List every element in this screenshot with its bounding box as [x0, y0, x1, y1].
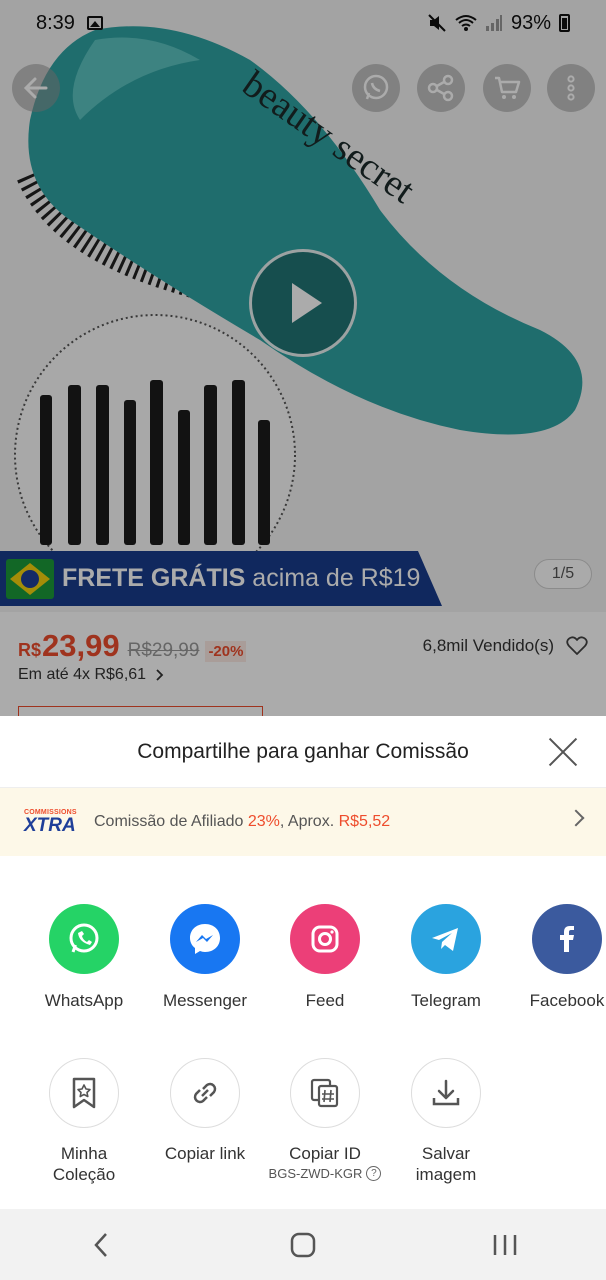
nav-back-button[interactable]	[71, 1220, 131, 1270]
tool-salvar-imagem[interactable]: Salvar imagem	[386, 1058, 506, 1185]
tool-copiar-link[interactable]: Copiar link	[145, 1058, 265, 1164]
instagram-icon	[290, 904, 360, 974]
commission-middle: , Aprox.	[279, 813, 339, 830]
share-apps-row: WhatsApp Messenger Feed Telegram Faceboo…	[0, 904, 606, 1014]
app-label: Feed	[305, 991, 345, 1010]
messenger-icon	[170, 904, 240, 974]
system-nav-bar	[0, 1209, 606, 1280]
xtra-big-text: XTRA	[24, 815, 76, 836]
tool-label: Copiar link	[164, 1144, 246, 1163]
help-icon[interactable]: ?	[366, 1166, 382, 1181]
share-sheet: Compartilhe para ganhar Comissão COMMISS…	[0, 716, 606, 1209]
commission-label: Comissão de Afiliado	[94, 813, 248, 830]
commission-banner[interactable]: COMMISSIONS XTRA Comissão de Afiliado 23…	[0, 788, 606, 856]
facebook-icon	[532, 904, 602, 974]
close-button[interactable]	[548, 737, 578, 767]
app-label: Telegram	[411, 991, 481, 1010]
link-icon	[170, 1058, 240, 1128]
share-messenger[interactable]: Messenger	[145, 904, 265, 1011]
download-icon	[411, 1058, 481, 1128]
chevron-left-icon	[94, 1232, 107, 1257]
home-icon	[290, 1232, 316, 1257]
share-sheet-title: Compartilhe para ganhar Comissão	[137, 739, 469, 763]
tool-copiar-id[interactable]: Copiar ID BGS-ZWD-KGR ?	[265, 1058, 385, 1181]
product-id: BGS-ZWD-KGR	[268, 1166, 363, 1181]
tool-label: Copiar ID	[289, 1144, 361, 1163]
product-page: beauty secret 8:39 93% FRETE GRÁTIS acim…	[0, 0, 606, 716]
bookmark-star-icon	[49, 1058, 119, 1128]
product-id-row: BGS-ZWD-KGR ?	[269, 1166, 382, 1181]
whatsapp-icon	[49, 904, 119, 974]
share-feed[interactable]: Feed	[265, 904, 385, 1011]
tool-label: Salvar imagem	[415, 1144, 477, 1184]
commission-text: Comissão de Afiliado 23%, Aprox. R$5,52	[94, 813, 390, 831]
nav-recents-button[interactable]	[475, 1220, 535, 1270]
dim-overlay[interactable]	[0, 0, 606, 716]
recents-icon	[493, 1234, 517, 1255]
share-facebook[interactable]: Facebook	[507, 904, 606, 1011]
commission-amount: R$5,52	[338, 813, 391, 830]
share-sheet-header: Compartilhe para ganhar Comissão	[0, 716, 606, 788]
tool-minha-colecao[interactable]: Minha Coleção	[24, 1058, 144, 1185]
app-label: Facebook	[529, 991, 605, 1010]
copy-id-icon	[290, 1058, 360, 1128]
app-label: Messenger	[162, 991, 248, 1010]
commission-rate: 23%	[247, 813, 280, 830]
share-whatsapp[interactable]: WhatsApp	[24, 904, 144, 1011]
nav-home-button[interactable]	[273, 1220, 333, 1270]
tool-label: Minha Coleção	[52, 1144, 116, 1184]
chevron-right-icon	[567, 809, 585, 827]
commissions-xtra-logo: COMMISSIONS XTRA	[24, 807, 82, 837]
share-telegram[interactable]: Telegram	[386, 904, 506, 1011]
app-label: WhatsApp	[44, 991, 124, 1010]
telegram-icon	[411, 904, 481, 974]
